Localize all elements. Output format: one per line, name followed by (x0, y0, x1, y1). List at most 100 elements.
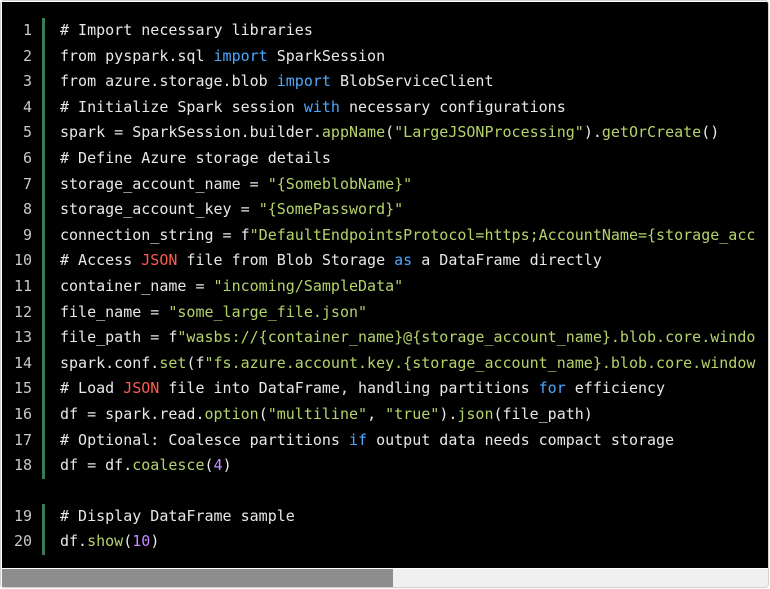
code-text: # Optional: Coalesce partitions if outpu… (60, 428, 674, 454)
code-token: efficiency (565, 379, 666, 398)
code-token: if (348, 430, 368, 449)
code-text: # Define Azure storage details (60, 146, 331, 172)
line-number: 11 (13, 277, 32, 295)
code-token: coalesce (132, 456, 205, 475)
code-token: import (213, 46, 268, 65)
code-token: "{SomeblobName}" (267, 174, 413, 193)
code-token: ) (222, 456, 232, 475)
code-token: option (204, 405, 259, 423)
code-text: df = df.coalesce(4) (60, 453, 232, 479)
code-line: 13 file_path = f"wasbs://{container_name}… (2, 325, 768, 351)
code-token: # Define Azure storage details (60, 149, 331, 167)
code-token: # Access (60, 251, 142, 270)
line-number: 17 (13, 430, 32, 449)
code-token: BlobServiceClient (330, 72, 494, 91)
line-number: 6 (22, 149, 32, 167)
code-token: # Load (60, 379, 124, 398)
code-token: 4 (213, 456, 223, 475)
code-block-1: 1 # Import necessary libraries 2 from pyspa… (2, 18, 768, 479)
code-token: ( (258, 405, 268, 423)
line-number: 8 (22, 200, 32, 219)
code-token: (file_path) (493, 405, 593, 423)
code-token: spark = SparkSession.builder. (60, 123, 322, 142)
code-token: import (276, 72, 331, 91)
code-text: # Load JSON file into DataFrame, handlin… (60, 376, 665, 402)
code-token: set (159, 353, 187, 372)
code-text: # Display DataFrame sample (60, 504, 295, 530)
code-line: 8 storage_account_key = "{SomePassword}" (2, 197, 768, 223)
code-line: 19 # Display DataFrame sample (2, 504, 768, 530)
code-text: df = spark.read.option("multiline", "tru… (60, 402, 593, 428)
horizontal-scrollbar[interactable] (2, 569, 768, 587)
code-text: container_name = "incoming/SampleData" (60, 274, 403, 300)
code-token: output data needs compact storage (367, 430, 675, 449)
code-token: # Initialize Spark session (60, 97, 304, 116)
code-token: "wasbs://{container_name}@{storage_accou… (177, 328, 756, 347)
code-token: as (394, 251, 413, 270)
line-number: 10 (13, 251, 32, 270)
line-number: 15 (13, 379, 32, 398)
code-token: # Optional: Coalesce partitions (60, 430, 349, 449)
code-line: 12 file_name = "some_large_file.json" (2, 300, 768, 326)
line-number: 19 (13, 506, 32, 525)
code-token: ( (204, 456, 214, 475)
code-text: spark.conf.set(f"fs.azure.account.key.{s… (60, 351, 755, 377)
code-line: 14 spark.conf.set(f"fs.azure.account.key.… (2, 351, 768, 377)
code-token: , (367, 405, 386, 423)
code-line: 10 # Access JSON file from Blob Storage a… (2, 248, 768, 274)
code-token: file into DataFrame, handling partitions (159, 379, 539, 398)
line-number: 13 (13, 328, 32, 347)
code-token: "DefaultEndpointsProtocol=https;AccountN… (249, 225, 756, 244)
code-line: 6 # Define Azure storage details (2, 146, 768, 172)
code-token: connection_string = f (60, 225, 250, 244)
code-line: 15 # Load JSON file into DataFrame, handl… (2, 376, 768, 402)
code-token: df = df. (60, 456, 133, 475)
code-text: connection_string = f"DefaultEndpointsPr… (60, 223, 755, 249)
scrollbar-thumb[interactable] (2, 569, 393, 587)
code-token: ). (583, 123, 602, 142)
code-token: () (701, 123, 720, 142)
line-number: 18 (13, 456, 32, 475)
code-token: necessary configurations (339, 97, 566, 116)
code-text: file_name = "some_large_file.json" (60, 300, 367, 326)
line-number: 2 (22, 46, 32, 65)
code-block: 1 # Import necessary libraries 2 from pyspa… (2, 2, 768, 568)
code-text: from pyspark.sql import SparkSession (60, 44, 385, 70)
line-number: 9 (22, 225, 32, 244)
line-number: 7 (22, 174, 32, 193)
code-token: "incoming/SampleData" (213, 277, 404, 295)
code-token: file_name = (60, 302, 169, 321)
code-token: "multiline" (267, 405, 368, 423)
code-token: for (538, 379, 566, 398)
code-text: # Access JSON file from Blob Storage as … (60, 248, 602, 274)
code-token: ) (150, 532, 160, 551)
code-line: 9 connection_string = f"DefaultEndpointsP… (2, 223, 768, 249)
code-text: # Import necessary libraries (60, 18, 313, 44)
code-text: # Initialize Spark session with necessar… (60, 95, 566, 121)
code-token: storage_account_name = (60, 174, 268, 193)
code-token: ( (385, 123, 395, 142)
code-line: 20 df.show(10) (2, 529, 768, 555)
code-token: appName (321, 123, 386, 142)
code-token: spark.conf. (60, 353, 160, 372)
code-line: 4 # Initialize Spark session with necessa… (2, 95, 768, 121)
code-line: 3 from azure.storage.blob import BlobServ… (2, 69, 768, 95)
code-text: from azure.storage.blob import BlobServi… (60, 69, 494, 95)
code-line: 17 # Optional: Coalesce partitions if out… (2, 428, 768, 454)
code-token: a DataFrame directly (412, 251, 602, 270)
code-token: "true" (385, 405, 440, 423)
code-text: spark = SparkSession.builder.appName("La… (60, 120, 719, 146)
code-token: file from Blob Storage (177, 251, 395, 270)
code-token: 10 (132, 532, 151, 551)
code-text: storage_account_name = "{SomeblobName}" (60, 172, 412, 198)
code-line: 1 # Import necessary libraries (2, 18, 768, 44)
code-token: JSON (123, 379, 160, 398)
code-line: 5 spark = SparkSession.builder.appName("L… (2, 120, 768, 146)
code-line: 2 from pyspark.sql import SparkSession (2, 44, 768, 70)
code-line: 18 df = df.coalesce(4) (2, 453, 768, 479)
code-block-2: 19 # Display DataFrame sample 20 df.show(10… (2, 503, 768, 555)
line-number: 3 (22, 72, 32, 91)
line-number: 16 (13, 405, 32, 423)
line-number: 12 (13, 302, 32, 321)
line-number: 1 (22, 21, 32, 39)
